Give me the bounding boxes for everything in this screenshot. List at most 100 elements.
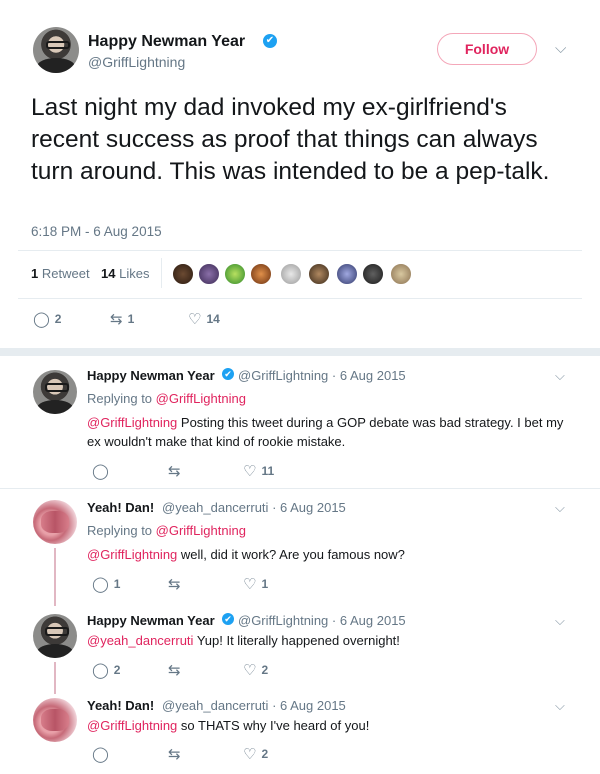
divider bbox=[0, 488, 600, 489]
reply-author-name[interactable]: Happy Newman Year bbox=[87, 613, 215, 628]
retweet-button[interactable]: ⇆ 1 bbox=[110, 310, 134, 328]
chevron-down-icon[interactable]: ⌵ bbox=[555, 613, 565, 629]
tweet-text: Last night my dad invoked my ex-girlfrie… bbox=[31, 94, 550, 185]
like-count: 11 bbox=[261, 464, 275, 478]
reply-author-handle[interactable]: @GriffLightning · 6 Aug 2015 bbox=[238, 368, 406, 383]
reply-author-handle[interactable]: @GriffLightning · 6 Aug 2015 bbox=[238, 613, 406, 628]
reply-body: so THATS why I've heard of you! bbox=[177, 718, 370, 733]
likes-stat-label: Likes bbox=[119, 266, 150, 281]
reply-handle: @GriffLightning bbox=[238, 613, 329, 628]
like-icon: ♡ bbox=[188, 311, 202, 328]
chevron-down-icon[interactable]: ⌵ bbox=[555, 40, 566, 57]
retweet-icon: ⇆ bbox=[168, 463, 181, 480]
reply-author-name[interactable]: Happy Newman Year bbox=[87, 368, 215, 383]
reply-text: @yeah_dancerruti Yup! It literally happe… bbox=[87, 631, 572, 650]
reply-text: @GriffLightning well, did it work? Are y… bbox=[87, 545, 572, 564]
reply-author-avatar[interactable] bbox=[33, 370, 77, 414]
likes-stat[interactable]: 14 Likes bbox=[101, 266, 149, 281]
reply-author-name[interactable]: Yeah! Dan! bbox=[87, 698, 154, 713]
liker-avatar[interactable] bbox=[390, 263, 412, 285]
like-button[interactable]: ♡ 11 bbox=[243, 462, 274, 480]
liker-avatar[interactable] bbox=[362, 263, 384, 285]
liker-avatar[interactable] bbox=[250, 263, 272, 285]
reply-button[interactable]: ◯ 2 bbox=[33, 310, 61, 328]
verified-icon: ✔ bbox=[222, 613, 234, 625]
like-button[interactable]: ♡ 2 bbox=[243, 745, 268, 763]
reply-icon: ◯ bbox=[92, 463, 109, 480]
retweet-stat[interactable]: 1 Retweet bbox=[31, 266, 90, 281]
follow-button[interactable]: Follow bbox=[437, 33, 537, 65]
reply-mention[interactable]: @yeah_dancerruti bbox=[87, 633, 193, 648]
reply-handle: @yeah_dancerruti bbox=[162, 698, 269, 713]
replying-to: Replying to @GriffLightning bbox=[87, 523, 246, 538]
reply-icon: ◯ bbox=[33, 311, 50, 328]
chevron-down-icon[interactable]: ⌵ bbox=[555, 698, 565, 714]
reply-body: Yup! It literally happened overnight! bbox=[193, 633, 400, 648]
retweet-button[interactable]: ⇆ bbox=[168, 462, 181, 480]
retweet-icon: ⇆ bbox=[168, 746, 181, 763]
reply-mention[interactable]: @GriffLightning bbox=[87, 415, 177, 430]
retweet-icon: ⇆ bbox=[168, 662, 181, 679]
liker-avatar[interactable] bbox=[172, 263, 194, 285]
replying-to-label: Replying to bbox=[87, 523, 156, 538]
like-button[interactable]: ♡ 1 bbox=[243, 575, 268, 593]
like-button[interactable]: ♡ 14 bbox=[188, 310, 220, 328]
tweet-timestamp[interactable]: 6:18 PM - 6 Aug 2015 bbox=[31, 224, 162, 239]
liker-avatar[interactable] bbox=[224, 263, 246, 285]
retweet-button[interactable]: ⇆ bbox=[168, 745, 181, 763]
reply-count: 1 bbox=[113, 577, 121, 591]
reply-mention[interactable]: @GriffLightning bbox=[87, 547, 177, 562]
replying-to-label: Replying to bbox=[87, 391, 156, 406]
reply-icon: ◯ bbox=[92, 576, 109, 593]
reply-button[interactable]: ◯ 1 bbox=[92, 575, 120, 593]
chevron-down-icon[interactable]: ⌵ bbox=[555, 368, 565, 384]
retweet-button[interactable]: ⇆ bbox=[168, 661, 181, 679]
main-author-name[interactable]: Happy Newman Year bbox=[88, 33, 245, 51]
stats-separator bbox=[161, 258, 162, 288]
reply-date: · 6 Aug 2015 bbox=[331, 368, 406, 383]
reply-count: 2 bbox=[54, 312, 62, 326]
reply-button[interactable]: ◯ bbox=[92, 462, 109, 480]
reply-author-avatar[interactable] bbox=[33, 500, 77, 544]
reply-button[interactable]: ◯ 2 bbox=[92, 661, 120, 679]
replying-to: Replying to @GriffLightning bbox=[87, 391, 246, 406]
like-icon: ♡ bbox=[243, 662, 257, 679]
replying-to-mention[interactable]: @GriffLightning bbox=[156, 391, 246, 406]
liker-avatar[interactable] bbox=[280, 263, 302, 285]
retweet-stat-label: Retweet bbox=[41, 266, 90, 281]
reply-button[interactable]: ◯ bbox=[92, 745, 109, 763]
like-action-count: 14 bbox=[206, 312, 220, 326]
reply-icon: ◯ bbox=[92, 662, 109, 679]
reply-handle: @yeah_dancerruti bbox=[162, 500, 269, 515]
divider bbox=[18, 250, 582, 251]
like-icon: ♡ bbox=[243, 746, 257, 763]
likes-count: 14 bbox=[101, 266, 116, 281]
replying-to-mention[interactable]: @GriffLightning bbox=[156, 523, 246, 538]
like-button[interactable]: ♡ 2 bbox=[243, 661, 268, 679]
reply-author-handle[interactable]: @yeah_dancerruti · 6 Aug 2015 bbox=[162, 500, 346, 515]
retweet-action-count: 1 bbox=[127, 312, 135, 326]
retweet-button[interactable]: ⇆ bbox=[168, 575, 181, 593]
liker-avatar[interactable] bbox=[198, 263, 220, 285]
reply-count: 2 bbox=[113, 663, 121, 677]
retweet-count: 1 bbox=[31, 266, 39, 281]
reply-icon: ◯ bbox=[92, 746, 109, 763]
section-divider bbox=[0, 348, 600, 356]
like-count: 2 bbox=[261, 747, 269, 761]
reply-handle: @GriffLightning bbox=[238, 368, 329, 383]
reply-author-avatar[interactable] bbox=[33, 698, 77, 742]
reply-text: @GriffLightning Posting this tweet durin… bbox=[87, 413, 572, 451]
reply-author-avatar[interactable] bbox=[33, 614, 77, 658]
chevron-down-icon[interactable]: ⌵ bbox=[555, 500, 565, 516]
reply-author-handle[interactable]: @yeah_dancerruti · 6 Aug 2015 bbox=[162, 698, 346, 713]
reply-mention[interactable]: @GriffLightning bbox=[87, 718, 177, 733]
liker-avatar[interactable] bbox=[336, 263, 358, 285]
like-count: 2 bbox=[261, 663, 269, 677]
like-count: 1 bbox=[261, 577, 269, 591]
reply-author-name[interactable]: Yeah! Dan! bbox=[87, 500, 154, 515]
main-author-handle[interactable]: @GriffLightning bbox=[88, 54, 185, 70]
reply-body: well, did it work? Are you famous now? bbox=[177, 547, 405, 562]
liker-avatar[interactable] bbox=[308, 263, 330, 285]
verified-icon: ✔ bbox=[263, 34, 277, 48]
main-author-avatar[interactable] bbox=[33, 27, 79, 73]
